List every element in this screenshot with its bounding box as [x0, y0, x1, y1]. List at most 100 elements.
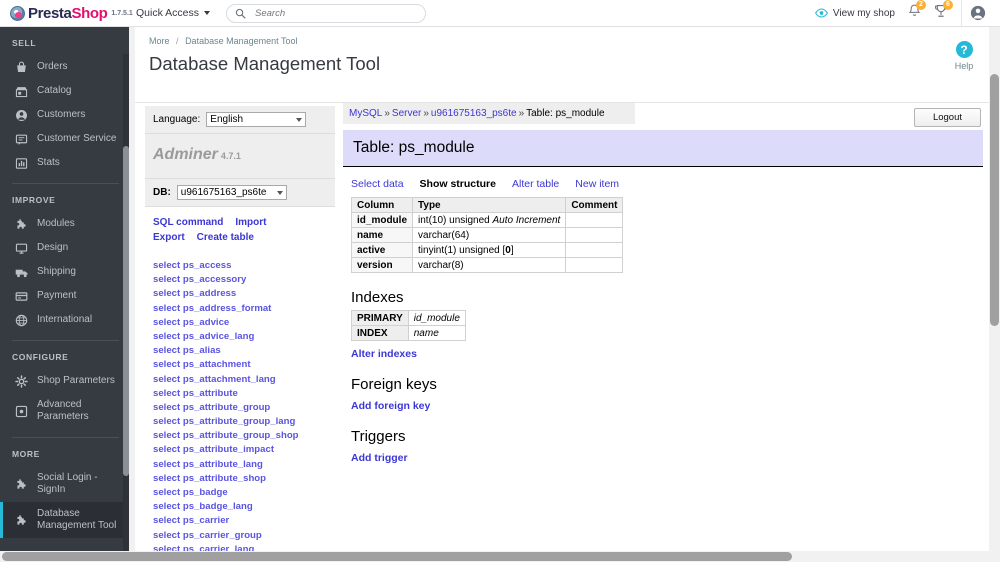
select-table-link[interactable]: select ps_alias — [153, 345, 221, 356]
table-action-links: Select data Show structure Alter table New … — [343, 178, 988, 190]
sidebar-section-title: SELL — [12, 38, 37, 48]
breadcrumb-root[interactable]: More — [149, 36, 170, 46]
search-input[interactable] — [255, 7, 416, 19]
search-box[interactable] — [226, 3, 427, 23]
select-table-link[interactable]: select ps_attribute_impact — [153, 444, 274, 455]
structure-column-header: Column — [350, 197, 414, 213]
adminer-link-export[interactable]: Export — [153, 232, 185, 243]
breadcrumb-server[interactable]: Server — [392, 108, 421, 119]
page-header: More / Database Management Tool Database… — [135, 27, 1000, 103]
select-table-link[interactable]: select ps_attachment_lang — [153, 374, 276, 385]
table-list-item: select ps_accessory — [153, 273, 335, 287]
adminer-content-area: Language: English Adminer 4.7.1 DB: u9616… — [135, 103, 992, 551]
sidebar-item-advanced-parameters[interactable]: Advanced Parameters — [0, 393, 129, 429]
select-table-link[interactable]: select ps_carrier_group — [153, 530, 262, 541]
sidebar-item-modules[interactable]: Modules — [0, 212, 129, 236]
select-table-link[interactable]: select ps_advice_lang — [153, 331, 254, 342]
select-table-link[interactable]: select ps_carrier_lang — [153, 544, 254, 551]
add-trigger-link[interactable]: Add trigger — [351, 452, 988, 464]
page-horizontal-scrollbar-thumb[interactable] — [2, 552, 792, 561]
add-foreign-key-link[interactable]: Add foreign key — [351, 400, 988, 412]
sidebar-item-label: Stats — [37, 156, 60, 168]
chevron-down-icon — [296, 117, 303, 122]
sidebar-item-social-login-signin[interactable]: Social Login - SignIn — [0, 466, 129, 502]
adminer-tool-links: SQL command Import Export Create table — [145, 207, 335, 251]
select-table-link[interactable]: select ps_address — [153, 288, 236, 299]
sidebar-item-stats[interactable]: Stats — [0, 151, 129, 175]
select-table-link[interactable]: select ps_attribute_group_lang — [153, 416, 295, 427]
select-table-link[interactable]: select ps_attribute_lang — [153, 459, 263, 470]
sidebar-item-orders[interactable]: Orders — [0, 55, 129, 79]
sidebar-item-catalog[interactable]: Catalog — [0, 79, 129, 103]
alter-indexes-link[interactable]: Alter indexes — [351, 348, 988, 360]
select-table-link[interactable]: select ps_access — [153, 260, 231, 271]
logout-button[interactable]: Logout — [913, 108, 981, 127]
select-table-link[interactable]: select ps_attribute_shop — [153, 473, 266, 484]
database-select[interactable]: u961675163_ps6te — [176, 185, 287, 200]
adminer-link-import[interactable]: Import — [235, 217, 266, 228]
view-my-shop-link[interactable]: View my shop — [814, 8, 895, 19]
notifications-badge: 2 — [916, 0, 926, 10]
adminer-link-sql-command[interactable]: SQL command — [153, 217, 223, 228]
index-columns: id_module — [407, 310, 466, 326]
select-table-link[interactable]: select ps_advice — [153, 317, 229, 328]
structure-table: Column Type Comment id_module int(10) unsig… — [350, 197, 624, 273]
action-link-alter-table[interactable]: Alter table — [512, 178, 559, 190]
chart-icon — [15, 157, 29, 170]
breadcrumb-separator-2: » — [423, 108, 429, 119]
quick-access-label: Quick Access — [136, 7, 200, 19]
version-label: 1.7.5.1 — [111, 9, 133, 17]
sidebar-item-payment[interactable]: Payment — [0, 284, 129, 308]
sidebar-section-title: MORE — [12, 449, 40, 459]
sidebar-item-shipping[interactable]: Shipping — [0, 260, 129, 284]
action-link-select-data[interactable]: Select data — [351, 178, 404, 190]
sidebar-item-customer-service[interactable]: Customer Service — [0, 127, 129, 151]
select-table-link[interactable]: select ps_attribute — [153, 388, 238, 399]
structure-column-type: int(10) unsigned Auto Increment — [412, 212, 567, 228]
help-button[interactable]: ? Help — [945, 41, 983, 71]
adminer-link-create-table[interactable]: Create table — [197, 232, 254, 243]
store-icon — [15, 85, 29, 98]
select-table-link[interactable]: select ps_attribute_group_shop — [153, 430, 299, 441]
select-table-link[interactable]: select ps_badge_lang — [153, 501, 253, 512]
breadcrumb-mysql[interactable]: MySQL — [349, 108, 382, 119]
table-list-item: select ps_address — [153, 287, 335, 301]
select-table-link[interactable]: select ps_address_format — [153, 303, 271, 314]
select-table-link[interactable]: select ps_accessory — [153, 274, 246, 285]
table-row: name varchar(64) — [350, 227, 624, 243]
breadcrumb-database[interactable]: u961675163_ps6te — [431, 108, 517, 119]
index-kind: PRIMARY — [351, 310, 409, 326]
action-link-new-item[interactable]: New item — [575, 178, 619, 190]
user-account-button[interactable] — [961, 0, 986, 26]
language-value: English — [210, 114, 244, 125]
sidebar-item-design[interactable]: Design — [0, 236, 129, 260]
page-horizontal-scrollbar[interactable] — [0, 551, 1000, 562]
table-row: id_module int(10) unsigned Auto Increment — [350, 212, 624, 228]
action-link-show-structure[interactable]: Show structure — [420, 178, 496, 190]
language-select[interactable]: English — [206, 112, 307, 127]
select-table-link[interactable]: select ps_attachment — [153, 359, 251, 370]
sidebar-item-shop-parameters[interactable]: Shop Parameters — [0, 369, 129, 393]
sidebar-scrollbar[interactable] — [123, 54, 129, 551]
structure-column-type: tinyint(1) unsigned [0] — [412, 242, 567, 258]
sidebar-item-international[interactable]: International — [0, 308, 129, 332]
select-table-link[interactable]: select ps_attribute_group — [153, 402, 270, 413]
page-vertical-scrollbar[interactable] — [989, 27, 1000, 551]
select-table-link[interactable]: select ps_carrier — [153, 515, 229, 526]
sidebar-scrollbar-thumb[interactable] — [123, 146, 129, 476]
table-list-item: select ps_advice_lang — [153, 330, 335, 344]
quick-access-menu[interactable]: Quick Access — [136, 7, 211, 19]
sidebar-item-database-management-tool[interactable]: Database Management Tool — [0, 502, 129, 538]
table-list-item: select ps_advice — [153, 316, 335, 330]
triggers-heading: Triggers — [351, 428, 406, 445]
breadcrumb-current: Database Management Tool — [185, 36, 298, 46]
achievements-button[interactable]: 6 — [934, 0, 953, 23]
select-table-link[interactable]: select ps_badge — [153, 487, 228, 498]
table-list-item: select ps_carrier_group — [153, 529, 335, 543]
page-vertical-scrollbar-thumb[interactable] — [990, 74, 999, 326]
sidebar-item-customers[interactable]: Customers — [0, 103, 129, 127]
notifications-button[interactable]: 2 — [908, 0, 926, 23]
prestashop-logo[interactable]: PrestaShop 1.7.5.1 — [0, 5, 133, 22]
puzzle-icon — [15, 478, 29, 491]
database-row: DB: u961675163_ps6te — [145, 179, 335, 207]
